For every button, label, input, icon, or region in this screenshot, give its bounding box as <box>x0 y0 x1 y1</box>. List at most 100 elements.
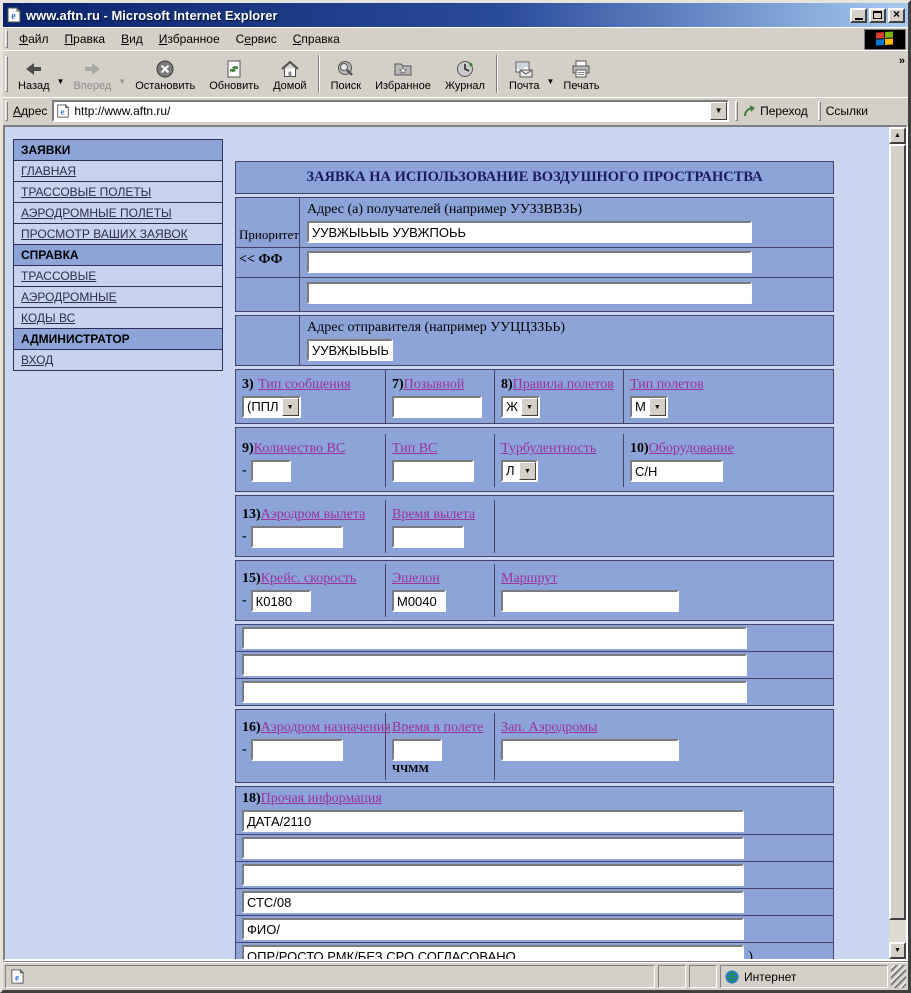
cruise-speed-input[interactable] <box>251 590 311 612</box>
flight-time-input[interactable] <box>392 739 442 761</box>
route-link[interactable]: Маршрут <box>501 571 557 586</box>
ac-type-input[interactable] <box>392 460 474 482</box>
route-line3-input[interactable] <box>242 681 747 703</box>
level-link[interactable]: Эшелон <box>392 571 440 586</box>
scrollbar-thumb[interactable] <box>889 144 906 920</box>
dep-aerodrome-input[interactable] <box>251 526 343 548</box>
route-line2-input[interactable] <box>242 654 747 676</box>
toolbar-gripper[interactable] <box>5 56 8 93</box>
other-info-line4-input[interactable] <box>242 891 744 913</box>
sidebar-item-aerodromnye[interactable]: АЭРОДРОМНЫЕ <box>14 287 222 308</box>
recipients-line3-input[interactable] <box>307 282 752 304</box>
back-dropdown[interactable]: ▼ <box>57 63 67 86</box>
other-info-link[interactable]: Прочая информация <box>261 791 382 806</box>
print-button[interactable]: Печать <box>556 53 606 96</box>
menu-view[interactable]: Вид <box>113 29 151 49</box>
sidebar-item-aerodromnye-polety[interactable]: АЭРОДРОМНЫЕ ПОЛЕТЫ <box>14 203 222 224</box>
mail-dropdown[interactable]: ▼ <box>547 63 557 86</box>
sender-input[interactable] <box>307 339 393 361</box>
ac-count-link[interactable]: Количество ВС <box>254 441 346 456</box>
links-gripper[interactable] <box>818 101 821 121</box>
stop-icon <box>154 58 176 80</box>
mail-button[interactable]: Почта <box>502 53 547 96</box>
menubar-gripper[interactable] <box>5 30 8 48</box>
minimize-button[interactable] <box>850 8 867 23</box>
menu-favorites[interactable]: Избранное <box>151 29 228 49</box>
flight-type-select[interactable]: М▼ <box>630 396 668 418</box>
turbulence-select[interactable]: Л▼ <box>501 460 538 482</box>
addressbar-gripper[interactable] <box>5 101 8 121</box>
standard-toolbar: Назад ▼ Вперед ▼ Остановить <box>3 50 908 97</box>
other-info-line6-input[interactable] <box>242 945 744 959</box>
address-dropdown-button[interactable]: ▼ <box>710 102 727 120</box>
msg-type-link[interactable]: Тип сообщения <box>258 377 350 392</box>
flight-rules-link[interactable]: Правила полетов <box>513 377 614 392</box>
resize-grip[interactable] <box>891 965 906 988</box>
home-button[interactable]: Домой <box>266 53 314 96</box>
level-input[interactable] <box>392 590 446 612</box>
scroll-up-button[interactable]: ▲ <box>889 127 906 144</box>
back-button[interactable]: Назад <box>11 53 57 96</box>
alt-aerodromes-input[interactable] <box>501 739 679 761</box>
dest-aerodrome-input[interactable] <box>251 739 343 761</box>
recipients-line2-input[interactable] <box>307 251 752 273</box>
search-button[interactable]: Поиск <box>324 53 368 96</box>
ac-count-input[interactable] <box>251 460 291 482</box>
address-label: Адрес <box>11 104 52 118</box>
other-info-line5-input[interactable] <box>242 918 744 940</box>
address-input[interactable]: e http://www.aftn.ru/ ▼ <box>52 100 729 122</box>
scroll-down-button[interactable]: ▼ <box>889 942 906 959</box>
menu-file[interactable]: Файл <box>11 29 57 49</box>
toolbar-overflow-chevron[interactable]: » <box>899 55 905 67</box>
other-info-line3-input[interactable] <box>242 864 744 886</box>
callsign-input[interactable] <box>392 396 482 418</box>
menu-edit[interactable]: Правка <box>57 29 114 49</box>
menu-help[interactable]: Справка <box>285 29 348 49</box>
flight-rules-select[interactable]: Ж▼ <box>501 396 540 418</box>
sidebar-item-vhod[interactable]: ВХОД <box>14 350 222 370</box>
favorites-folder-icon <box>392 58 414 80</box>
dest-aerodrome-link[interactable]: Аэродром назначения <box>261 720 391 735</box>
row-13: 13)Аэродром вылета - Время вылета <box>235 495 834 557</box>
equipment-link[interactable]: Оборудование <box>649 441 734 456</box>
refresh-button[interactable]: Обновить <box>202 53 266 96</box>
route-line1-input[interactable] <box>242 627 747 649</box>
equipment-input[interactable] <box>630 460 723 482</box>
sidebar-item-trassovye-polety[interactable]: ТРАССОВЫЕ ПОЛЕТЫ <box>14 182 222 203</box>
sidebar-item-trassovye[interactable]: ТРАССОВЫЕ <box>14 266 222 287</box>
close-button[interactable]: × <box>888 8 905 23</box>
row-3-7-8: 3) Тип сообщения (ППЛ▼ 7)Позывной 8)Прав… <box>235 369 834 424</box>
chevron-down-icon: ▼ <box>282 398 299 416</box>
dep-aerodrome-link[interactable]: Аэродром вылета <box>261 507 366 522</box>
vertical-scrollbar[interactable]: ▲ ▼ <box>889 127 906 959</box>
favorites-button[interactable]: Избранное <box>368 53 438 96</box>
sidebar-item-kody-vs[interactable]: КОДЫ ВС <box>14 308 222 329</box>
callsign-link[interactable]: Позывной <box>404 377 465 392</box>
sidebar-item-prosmotr-zayavok[interactable]: ПРОСМОТР ВАШИХ ЗАЯВОК <box>14 224 222 245</box>
alt-aerodromes-link[interactable]: Зап. Аэродромы <box>501 720 597 735</box>
flight-time-link[interactable]: Время в полете <box>392 720 483 735</box>
status-panel-blank2 <box>689 965 717 988</box>
field-number: 18) <box>242 791 261 806</box>
other-info-line1-input[interactable] <box>242 810 744 832</box>
forward-button[interactable]: Вперед <box>66 53 118 96</box>
sender-label: Адрес отправителя (например УУЦЦЗЗЬЬ) <box>307 317 827 339</box>
turbulence-link[interactable]: Турбулентность <box>501 441 596 456</box>
other-info-line2-input[interactable] <box>242 837 744 859</box>
stop-button[interactable]: Остановить <box>128 53 202 96</box>
sidebar-section-spravka: СПРАВКА <box>14 245 222 266</box>
cruise-speed-link[interactable]: Крейс. скорость <box>261 571 357 586</box>
maximize-button[interactable] <box>869 8 886 23</box>
sidebar-item-glavnaya[interactable]: ГЛАВНАЯ <box>14 161 222 182</box>
recipients-line1-input[interactable] <box>307 221 752 243</box>
menu-tools[interactable]: Сервис <box>228 29 285 49</box>
go-button[interactable]: Переход <box>741 104 816 118</box>
history-button[interactable]: Журнал <box>438 53 492 96</box>
dep-time-link[interactable]: Время вылета <box>392 507 475 522</box>
dep-time-input[interactable] <box>392 526 464 548</box>
flight-type-link[interactable]: Тип полетов <box>630 377 704 392</box>
route-input[interactable] <box>501 590 679 612</box>
msg-type-select[interactable]: (ППЛ▼ <box>242 396 301 418</box>
forward-dropdown[interactable]: ▼ <box>118 63 128 86</box>
ac-type-link[interactable]: Тип ВС <box>392 441 437 456</box>
